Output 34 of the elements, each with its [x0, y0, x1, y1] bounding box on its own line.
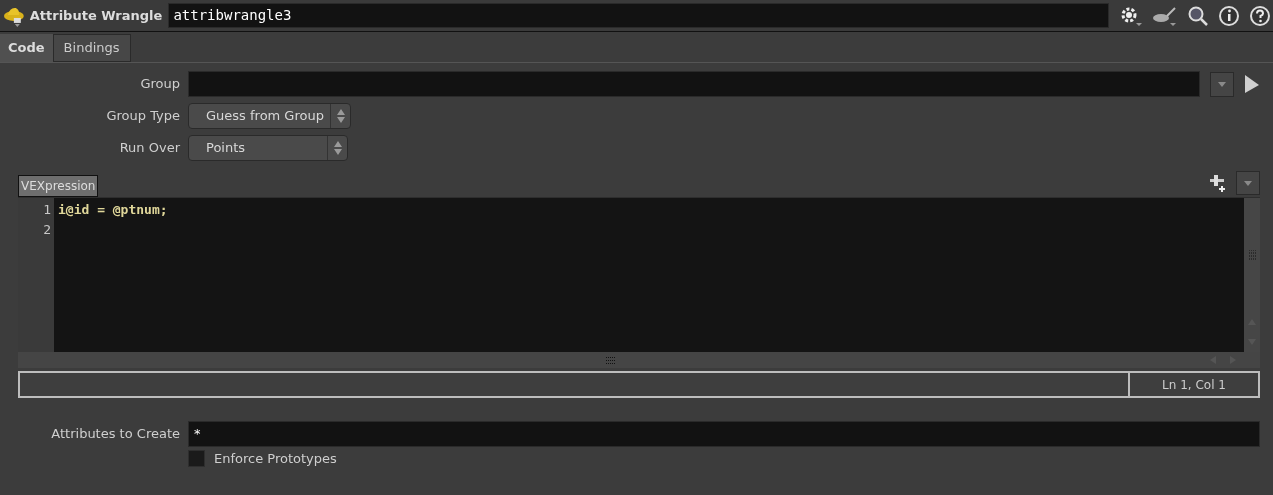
field-label: Attributes to Create [50, 425, 180, 444]
tab[interactable]: Bindings [52, 34, 131, 62]
node-type-title: Attribute Wrangle [29, 6, 163, 25]
line-number: 1 [42, 201, 51, 219]
line-number: 2 [42, 221, 51, 239]
code-editor[interactable]: i@id = @ptnum; [54, 198, 1244, 352]
horizontal-scrollbar[interactable] [18, 352, 1260, 368]
dropdown-menu[interactable]: Points [188, 135, 348, 161]
field-label: Group Type [105, 107, 180, 126]
field-label: Run Over [118, 139, 180, 158]
dropdown-menu[interactable]: Guess from Group [188, 103, 351, 129]
tab[interactable]: Code [0, 34, 53, 62]
grip-icon [1248, 250, 1256, 260]
dropdown-button[interactable] [1236, 171, 1260, 195]
checkbox[interactable] [188, 450, 205, 468]
field-label: Group [139, 75, 180, 94]
cursor-arrow-icon[interactable] [1244, 74, 1260, 94]
checkbox-label: Enforce Prototypes [214, 450, 337, 468]
help-icon[interactable] [1249, 4, 1271, 27]
dropdown-button[interactable] [1210, 71, 1234, 97]
dropdown-arrow-icon [1244, 180, 1252, 186]
dropdown-arrow-icon [1218, 81, 1226, 87]
info-icon[interactable] [1218, 4, 1240, 27]
grip-icon [605, 356, 616, 364]
group-field[interactable] [188, 71, 1200, 97]
search-icon[interactable] [1187, 4, 1209, 27]
vertical-scrollbar[interactable] [1244, 198, 1260, 352]
frying-pan-icon[interactable] [1152, 4, 1178, 27]
up-down-arrows-icon [336, 109, 345, 123]
cursor-position-status: Ln 1, Col 1 [1161, 376, 1227, 394]
section-label: VEXpression [18, 175, 99, 197]
attributes-field[interactable]: * [188, 421, 1260, 447]
node-name-field[interactable]: attribwrangle3 [168, 3, 1109, 28]
up-down-arrows-icon [333, 141, 342, 155]
